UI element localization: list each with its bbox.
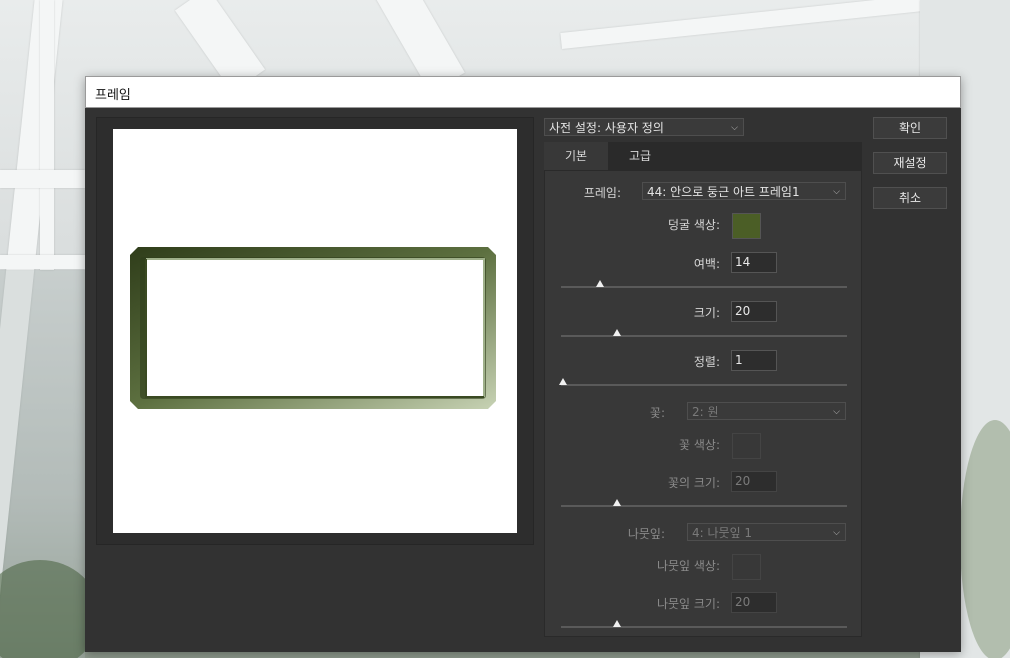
vine-color-swatch[interactable]	[732, 213, 761, 239]
margin-input[interactable]: 14	[731, 252, 777, 273]
leaf-size-slider-thumb[interactable]	[613, 620, 621, 627]
chevron-down-icon: ⌵	[833, 407, 840, 417]
flower-label: 꽃:	[649, 406, 665, 420]
frame-dialog: 프레임 사전 설정: 사용자 정의 ⌵ 확인 재설정 취소 기본 고급 프레임:…	[85, 76, 961, 652]
preview-canvas	[113, 129, 517, 533]
vine-color-label: 덩굴 색상:	[667, 218, 720, 232]
preset-select[interactable]: 사전 설정: 사용자 정의 ⌵	[544, 118, 744, 136]
preview-pane	[96, 117, 534, 545]
leaf-size-label: 나뭇잎 크기:	[656, 597, 720, 611]
leaf-color-label: 나뭇잎 색상:	[656, 559, 720, 573]
arrangement-label: 정렬:	[693, 355, 720, 369]
flower-size-label: 꽃의 크기:	[667, 476, 720, 490]
size-slider[interactable]	[561, 329, 847, 337]
leaf-select[interactable]: 4: 나뭇잎 1 ⌵	[687, 523, 846, 541]
chevron-down-icon: ⌵	[731, 123, 738, 133]
preset-label: 사전 설정:	[549, 121, 602, 135]
frame-preview-image	[130, 247, 496, 409]
arrangement-input[interactable]: 1	[731, 350, 777, 371]
leaf-label: 나뭇잎:	[627, 527, 665, 541]
leaf-size-input[interactable]: 20	[731, 592, 777, 613]
ok-button[interactable]: 확인	[873, 117, 947, 139]
basic-panel: 프레임: 44: 안으로 둥근 아트 프레임1 ⌵ 덩굴 색상: 여백: 14 …	[544, 170, 862, 637]
cancel-button[interactable]: 취소	[873, 187, 947, 209]
margin-slider-thumb[interactable]	[596, 280, 604, 287]
frame-label: 프레임:	[583, 186, 621, 200]
beam	[40, 0, 54, 270]
tab-bar: 기본 고급	[544, 142, 862, 170]
chevron-down-icon: ⌵	[833, 528, 840, 538]
frame-select-value: 44: 안으로 둥근 아트 프레임1	[647, 185, 800, 199]
preset-value: 사용자 정의	[604, 121, 664, 135]
margin-slider[interactable]	[561, 280, 847, 288]
flower-select-value: 2: 원	[692, 405, 719, 419]
arrangement-slider-thumb[interactable]	[559, 378, 567, 385]
margin-label: 여백:	[693, 257, 720, 271]
tab-advanced[interactable]: 고급	[608, 142, 672, 170]
size-slider-thumb[interactable]	[613, 329, 621, 336]
arrangement-slider[interactable]	[559, 378, 847, 386]
reset-button[interactable]: 재설정	[873, 152, 947, 174]
flower-color-swatch[interactable]	[732, 433, 761, 459]
dialog-titlebar[interactable]: 프레임	[85, 76, 961, 108]
beam	[0, 255, 85, 269]
beam	[0, 170, 85, 188]
leaf-size-slider[interactable]	[561, 620, 847, 628]
flower-color-label: 꽃 색상:	[679, 438, 720, 452]
flower-size-input[interactable]: 20	[731, 471, 777, 492]
flower-size-slider-thumb[interactable]	[613, 499, 621, 506]
leaf-color-swatch[interactable]	[732, 554, 761, 580]
size-label: 크기:	[693, 306, 720, 320]
size-input[interactable]: 20	[731, 301, 777, 322]
flower-select[interactable]: 2: 원 ⌵	[687, 402, 846, 420]
leaf-select-value: 4: 나뭇잎 1	[692, 526, 753, 540]
chevron-down-icon: ⌵	[833, 187, 840, 197]
dialog-title: 프레임	[95, 88, 131, 103]
tab-basic[interactable]: 기본	[544, 142, 608, 170]
frame-select[interactable]: 44: 안으로 둥근 아트 프레임1 ⌵	[642, 182, 846, 200]
flower-size-slider[interactable]	[561, 499, 847, 507]
